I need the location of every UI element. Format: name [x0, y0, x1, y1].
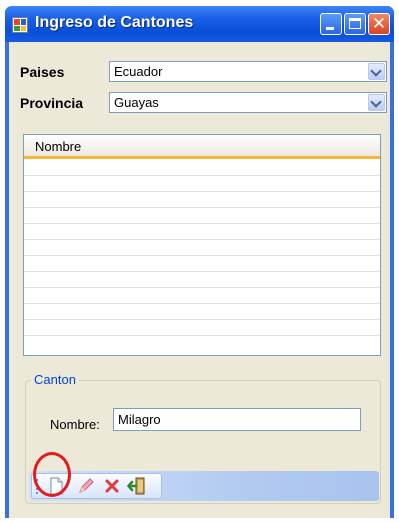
exit-button[interactable] — [127, 476, 147, 496]
nombre-textbox[interactable] — [113, 408, 361, 431]
provincia-combobox[interactable]: Guayas — [109, 92, 387, 113]
nombre-label: Nombre: — [50, 417, 100, 432]
window-title: Ingreso de Cantones — [35, 14, 194, 31]
provincia-label: Provincia — [20, 95, 84, 111]
app-window: Ingreso de Cantones ✕ Paises Ecuador Pro… — [5, 6, 394, 518]
pencil-icon — [79, 478, 94, 493]
grid-header: Nombre — [24, 135, 380, 159]
delete-icon — [105, 479, 119, 493]
paises-combobox[interactable]: Ecuador — [109, 61, 387, 82]
maximize-button[interactable] — [344, 13, 366, 35]
minimize-icon — [326, 27, 334, 30]
title-bar[interactable]: Ingreso de Cantones ✕ — [5, 6, 394, 42]
column-header-nombre[interactable]: Nombre — [35, 139, 81, 154]
exit-door-icon — [127, 477, 145, 495]
paises-label: Paises — [20, 64, 65, 80]
paises-dropdown-button[interactable] — [368, 63, 385, 80]
close-icon: ✕ — [371, 14, 387, 34]
highlight-circle-annotation — [33, 452, 71, 497]
provincia-value: Guayas — [114, 95, 159, 110]
delete-button[interactable] — [102, 476, 122, 496]
edit-button[interactable] — [76, 476, 96, 496]
provincia-dropdown-button[interactable] — [368, 94, 385, 111]
toolstrip — [29, 471, 379, 501]
maximize-icon — [349, 18, 361, 29]
chevron-down-icon — [370, 65, 382, 77]
paises-value: Ecuador — [114, 64, 163, 79]
minimize-button[interactable] — [320, 13, 342, 35]
canton-group-title: Canton — [31, 372, 79, 387]
close-button[interactable]: ✕ — [368, 13, 390, 35]
cantones-grid[interactable]: Nombre — [23, 134, 381, 356]
app-icon[interactable] — [12, 17, 28, 33]
nombre-input[interactable] — [114, 409, 360, 430]
chevron-down-icon — [370, 96, 382, 108]
form-client-area: Paises Ecuador Provincia Guayas Nombre C… — [9, 42, 390, 518]
